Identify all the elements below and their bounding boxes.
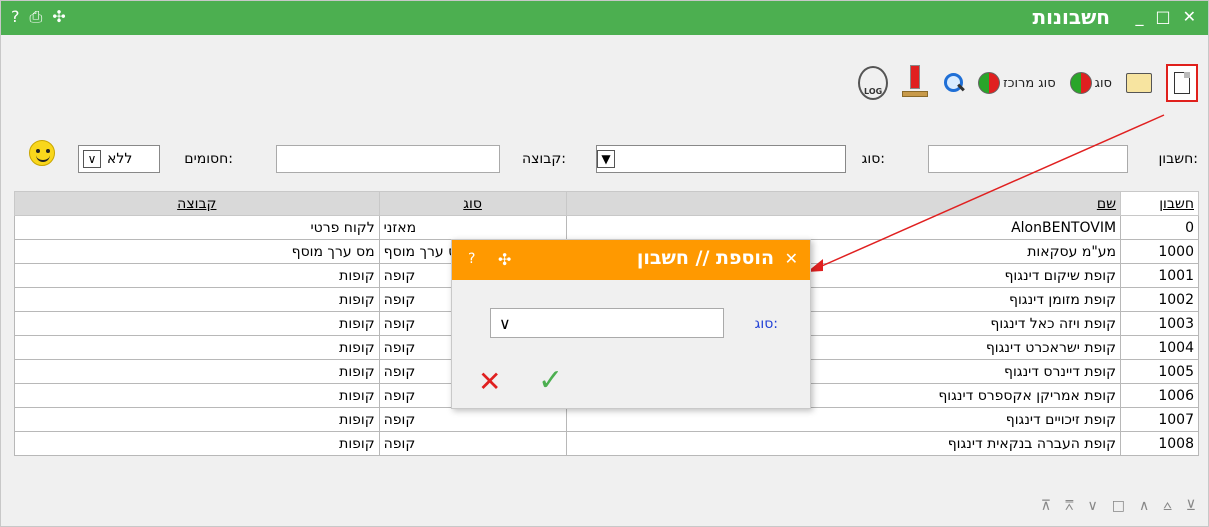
group-filter-input[interactable] — [276, 145, 500, 173]
cell-type[interactable]: מאזני — [378, 215, 567, 240]
dialog-cancel-button[interactable]: ✕ — [478, 368, 501, 396]
log-button[interactable]: LOG — [858, 66, 889, 100]
title-bar: ? ⎙ ✣ חשבונות _ □ ✕ — [1, 1, 1208, 35]
chevron-down-icon: ▼ — [597, 150, 615, 168]
cell-account[interactable]: 1007 — [1120, 407, 1199, 432]
cell-type[interactable]: קופה — [378, 431, 567, 456]
last-page-icon[interactable]: ⊼ — [1041, 498, 1051, 514]
blocked-filter-select[interactable]: ∨ ללא — [78, 145, 160, 173]
cell-group[interactable]: קופות — [14, 407, 380, 432]
balance-icon — [902, 63, 929, 103]
cell-group[interactable]: קופות — [14, 287, 380, 312]
page-up-icon[interactable]: ⩟ — [1163, 498, 1172, 514]
search-icon — [942, 72, 964, 94]
pagination-controls: ⊼ ⩞ ∨ □ ∧ ⩟ ⊻ — [1041, 498, 1196, 514]
window-controls: _ □ ✕ — [1135, 7, 1196, 26]
dialog-close-icon[interactable]: ✕ — [785, 249, 798, 268]
cell-name[interactable]: AlonBENTOVIM — [565, 215, 1122, 240]
close-button[interactable]: ✕ — [1183, 7, 1196, 26]
dialog-type-label: סוג: — [754, 316, 778, 332]
type-focus-button-label: סוג מרוכז — [1003, 75, 1056, 91]
cell-group[interactable]: קופות — [14, 335, 380, 360]
current-row-icon[interactable]: □ — [1112, 498, 1125, 514]
type-button-label: סוג — [1094, 75, 1112, 91]
cell-account[interactable]: 1008 — [1120, 431, 1199, 456]
dialog-title: הוספת // חשבון — [636, 247, 774, 269]
cell-account[interactable]: 0 — [1120, 215, 1199, 240]
dialog-help-icon[interactable]: ? — [468, 251, 475, 267]
cell-account[interactable]: 1003 — [1120, 311, 1199, 336]
table-row[interactable]: 1008 קופת העברה בנקאית דינגוף קופה קופות — [14, 431, 1199, 456]
group-filter-label: קבוצה: — [521, 151, 566, 167]
dialog-move-icon[interactable]: ✣ — [498, 250, 511, 269]
cell-account[interactable]: 1006 — [1120, 383, 1199, 408]
next-row-icon[interactable]: ∨ — [1088, 498, 1098, 514]
type-focus-pie-icon — [978, 72, 1001, 94]
previous-row-icon[interactable]: ∧ — [1139, 498, 1149, 514]
account-filter-label: חשבון: — [1158, 151, 1198, 167]
col-header-group[interactable]: קבוצה — [14, 191, 380, 216]
type-filter-label: סוג: — [861, 151, 885, 167]
cell-account[interactable]: 1004 — [1120, 335, 1199, 360]
type-filter-select[interactable]: ▼ — [596, 145, 846, 173]
cell-group[interactable]: קופות — [14, 431, 380, 456]
dialog-confirm-button[interactable]: ✓ — [538, 366, 563, 396]
minimize-button[interactable]: _ — [1135, 7, 1143, 26]
type-pie-icon — [1069, 72, 1092, 94]
new-record-button[interactable] — [1166, 64, 1198, 102]
cell-group[interactable]: לקוח פרטי — [14, 215, 380, 240]
table-header-row: חשבון שם סוג קבוצה — [14, 191, 1199, 216]
help-icon[interactable]: ? — [11, 7, 20, 27]
cell-group[interactable]: קופות — [14, 263, 380, 288]
log-icon: LOG — [858, 66, 889, 100]
cell-account[interactable]: 1002 — [1120, 287, 1199, 312]
cell-account[interactable]: 1001 — [1120, 263, 1199, 288]
type-button[interactable]: סוג — [1069, 72, 1112, 94]
print-icon[interactable]: ⎙ — [30, 7, 43, 27]
type-focus-button[interactable]: סוג מרוכז — [978, 72, 1056, 94]
title-left-icons: ? ⎙ ✣ — [11, 7, 66, 27]
open-folder-button[interactable] — [1126, 73, 1152, 93]
col-header-name[interactable]: שם — [565, 191, 1122, 216]
accounts-window: ? ⎙ ✣ חשבונות _ □ ✕ סוג סוג מרוכז LOG חש… — [0, 0, 1209, 527]
dialog-title-bar: ? ✣ הוספת // חשבון ✕ — [452, 240, 810, 280]
search-button[interactable] — [942, 72, 964, 94]
cell-type[interactable]: קופה — [378, 407, 567, 432]
cell-group[interactable]: מס ערך מוסף — [14, 239, 380, 264]
cell-account[interactable]: 1005 — [1120, 359, 1199, 384]
cell-account[interactable]: 1000 — [1120, 239, 1199, 264]
col-header-type[interactable]: סוג — [378, 191, 567, 216]
filter-bar: חשבון: סוג: ▼ קבוצה: חסומים: ∨ ללא — [1, 145, 1208, 175]
table-row[interactable]: 0 AlonBENTOVIM מאזני לקוח פרטי — [14, 215, 1199, 240]
col-header-account[interactable]: חשבון — [1120, 191, 1199, 216]
add-account-dialog: ? ✣ הוספת // חשבון ✕ סוג: ∨ ✕ ✓ — [451, 239, 811, 409]
window-title: חשבונות — [1032, 5, 1110, 29]
maximize-button[interactable]: □ — [1155, 7, 1170, 26]
move-icon[interactable]: ✣ — [52, 7, 65, 27]
toolbar: סוג סוג מרוכז LOG — [858, 53, 1198, 113]
blocked-chevron-down-icon: ∨ — [83, 150, 101, 168]
new-document-icon — [1174, 72, 1190, 94]
cell-name[interactable]: קופת העברה בנקאית דינגוף — [565, 431, 1122, 456]
cell-group[interactable]: קופות — [14, 311, 380, 336]
folder-icon — [1126, 73, 1152, 93]
cell-group[interactable]: קופות — [14, 383, 380, 408]
table-row[interactable]: 1007 קופת זיכויים דינגוף קופה קופות — [14, 407, 1199, 432]
blocked-filter-value: ללא — [107, 151, 133, 167]
first-page-icon[interactable]: ⊻ — [1186, 498, 1196, 514]
dialog-type-select[interactable]: ∨ — [490, 308, 724, 338]
page-down-icon[interactable]: ⩞ — [1065, 498, 1074, 514]
cell-name[interactable]: קופת זיכויים דינגוף — [565, 407, 1122, 432]
balance-button[interactable] — [902, 63, 929, 103]
cell-group[interactable]: קופות — [14, 359, 380, 384]
blocked-filter-label: חסומים: — [184, 151, 233, 167]
account-filter-input[interactable] — [928, 145, 1128, 173]
dialog-chevron-down-icon: ∨ — [499, 313, 511, 333]
